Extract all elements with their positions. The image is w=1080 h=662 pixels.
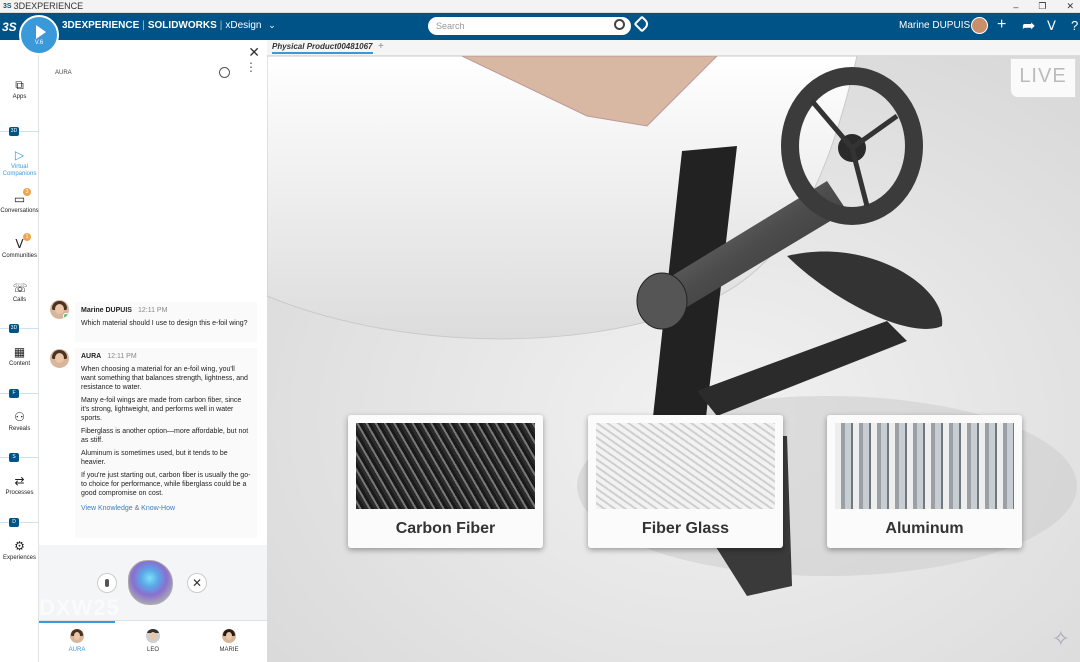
- companion-marie[interactable]: MARIE: [191, 629, 267, 653]
- sidebar-marker: 3D: [0, 324, 39, 333]
- search-icon[interactable]: [219, 67, 230, 78]
- window-title: 3DEXPERIENCE: [13, 1, 84, 11]
- sidebar-item-experiences[interactable]: ⚙ Experiences: [0, 539, 39, 561]
- companion-switcher: AURA LEO MARIE: [39, 620, 267, 662]
- sidebar-item-virtual-companions[interactable]: ▷ Virtual Companions: [0, 148, 39, 178]
- microphone-icon: [105, 579, 109, 587]
- sidebar-item-conversations[interactable]: ▭ 3 Conversations: [0, 188, 39, 214]
- conversations-badge: 3: [23, 188, 31, 196]
- material-card-aluminum[interactable]: Aluminum: [827, 415, 1022, 548]
- sidebar-marker: F: [0, 389, 39, 398]
- knowledge-link[interactable]: View Knowledge & Know-How: [81, 504, 251, 513]
- avatar: [70, 629, 84, 643]
- 3d-scene[interactable]: [267, 56, 1080, 662]
- fiber-glass-image: [596, 423, 775, 509]
- left-sidebar: ⧉ Apps 3D ▷ Virtual Companions ▭ 3 Conve…: [0, 40, 39, 662]
- experience-icon: ⚙: [14, 539, 25, 553]
- sidebar-marker: 3D: [0, 127, 39, 136]
- sidebar-item-reveals[interactable]: ⚇ Reveals: [0, 410, 39, 432]
- ds-logo: 3S: [2, 20, 17, 34]
- compass-version: V.6: [34, 39, 44, 46]
- phone-icon: ☏: [12, 281, 28, 295]
- sidebar-item-content[interactable]: ▦ Content: [0, 345, 39, 367]
- material-card-carbon-fiber[interactable]: Carbon Fiber: [348, 415, 543, 548]
- tab-physical-product[interactable]: Physical Product00481067: [272, 42, 373, 54]
- sidebar-item-apps[interactable]: ⧉ Apps: [0, 78, 39, 100]
- add-icon[interactable]: +: [997, 16, 1006, 34]
- grid-icon: ▦: [13, 345, 26, 359]
- top-bar: 3S 3DEXPERIENCE | SOLIDWORKS | xDesign ⌄ Sea…: [0, 13, 1080, 40]
- user-name[interactable]: Marine DUPUIS: [899, 20, 970, 31]
- process-icon: ⇄: [14, 474, 25, 488]
- end-voice-button[interactable]: ✕: [187, 573, 207, 593]
- more-options-icon[interactable]: ⋮: [245, 61, 257, 73]
- minimize-button[interactable]: –: [1013, 2, 1018, 12]
- ai-assistant-icon[interactable]: ✧: [1052, 626, 1070, 652]
- sidebar-item-processes[interactable]: ⇄ Processes: [0, 474, 39, 496]
- binoculars-icon: ⚇: [14, 410, 25, 424]
- apps-icon: ⧉: [15, 78, 24, 92]
- 3d-viewport[interactable]: Physical Product00481067 + LIVE Carbon F…: [267, 40, 1080, 662]
- search-placeholder: Search: [436, 21, 465, 31]
- window-titlebar: 3S 3DEXPERIENCE – ❐ ✕: [0, 0, 1080, 13]
- companion-aura[interactable]: AURA: [39, 629, 115, 653]
- pod-nose: [636, 272, 688, 330]
- aluminum-image: [835, 423, 1014, 509]
- avatar: [146, 629, 160, 643]
- event-watermark: DXW25: [39, 595, 120, 620]
- user-avatar[interactable]: [971, 17, 988, 34]
- companion-leo[interactable]: LEO: [115, 629, 191, 653]
- play-icon: [35, 24, 46, 39]
- avatar: [222, 629, 236, 643]
- share-icon[interactable]: ➦: [1022, 16, 1035, 36]
- avatar: [50, 349, 69, 368]
- app-small-icon: 3S: [3, 2, 12, 10]
- chevron-down-icon[interactable]: ⌄: [268, 20, 276, 30]
- close-window-button[interactable]: ✕: [1066, 1, 1074, 12]
- sidebar-item-communities[interactable]: ⴸ 1 Communities: [0, 233, 39, 259]
- panel-title: AURA: [55, 70, 72, 76]
- communities-badge: 1: [23, 233, 31, 241]
- material-card-fiber-glass[interactable]: Fiber Glass: [588, 415, 783, 548]
- companion-panel: ✕ AURA ⋮ Marine DUPUIS 12:11 PM Which mat…: [39, 40, 267, 662]
- chat-thread: Marine DUPUIS 12:11 PM Which material sho…: [39, 90, 267, 545]
- avatar: [50, 300, 69, 319]
- live-indicator[interactable]: LIVE: [1010, 58, 1076, 98]
- help-icon[interactable]: ?: [1071, 18, 1078, 33]
- chat-message: Marine DUPUIS 12:11 PM Which material sho…: [75, 302, 257, 342]
- tag-icon[interactable]: [633, 15, 651, 33]
- sidebar-marker: D: [0, 518, 39, 527]
- community-icon[interactable]: ⴸ: [1047, 18, 1056, 34]
- carbon-fiber-image: [356, 423, 535, 509]
- microphone-button[interactable]: [97, 573, 117, 593]
- add-tab-button[interactable]: +: [378, 41, 384, 52]
- document-tabbar: Physical Product00481067 +: [267, 40, 1080, 56]
- close-panel-button[interactable]: ✕: [248, 44, 260, 61]
- search-input[interactable]: Search: [428, 17, 631, 35]
- sidebar-marker: S: [0, 453, 39, 462]
- brand-role: xDesign: [225, 20, 262, 31]
- companion-icon: ▷: [14, 148, 25, 162]
- panel-header: ✕ AURA ⋮: [39, 40, 267, 90]
- compass-button[interactable]: V.6: [19, 15, 59, 55]
- search-icon[interactable]: [614, 19, 625, 30]
- brand-app: SOLIDWORKS: [147, 20, 217, 31]
- sidebar-item-calls[interactable]: ☏ Calls: [0, 281, 39, 303]
- chat-message: AURA 12:11 PM When choosing a material fo…: [75, 348, 257, 538]
- restore-button[interactable]: ❐: [1038, 1, 1046, 12]
- brand-main: 3DEXPERIENCE: [62, 20, 140, 31]
- brand-title[interactable]: 3DEXPERIENCE | SOLIDWORKS | xDesign ⌄: [62, 20, 276, 31]
- selected-indicator: [39, 621, 115, 623]
- aura-orb[interactable]: [128, 560, 173, 605]
